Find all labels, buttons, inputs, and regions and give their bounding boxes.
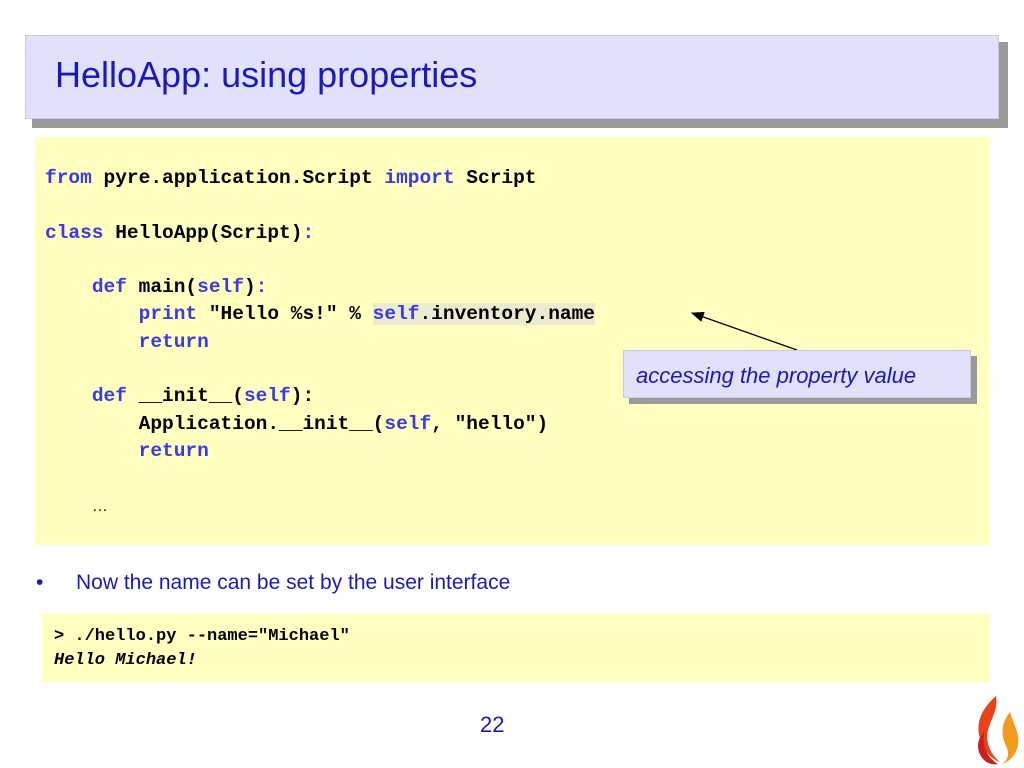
callout-text: accessing the property value xyxy=(636,363,917,388)
bullet-marker: • xyxy=(36,571,44,594)
terminal-command: > ./hello.py --name="Michael" xyxy=(54,627,350,646)
bullet-text: Now the name can be set by the user inte… xyxy=(76,571,511,594)
terminal-output: Hello Michael! xyxy=(54,651,197,670)
terminal-block: > ./hello.py --name="Michael" Hello Mich… xyxy=(42,614,990,682)
flame-logo-icon xyxy=(978,696,1019,765)
terminal-listing: > ./hello.py --name="Michael" Hello Mich… xyxy=(54,625,350,673)
page-number: 22 xyxy=(480,712,505,737)
bullet-item: • Now the name can be set by the user int… xyxy=(36,571,510,595)
callout-box: accessing the property value xyxy=(623,350,971,398)
